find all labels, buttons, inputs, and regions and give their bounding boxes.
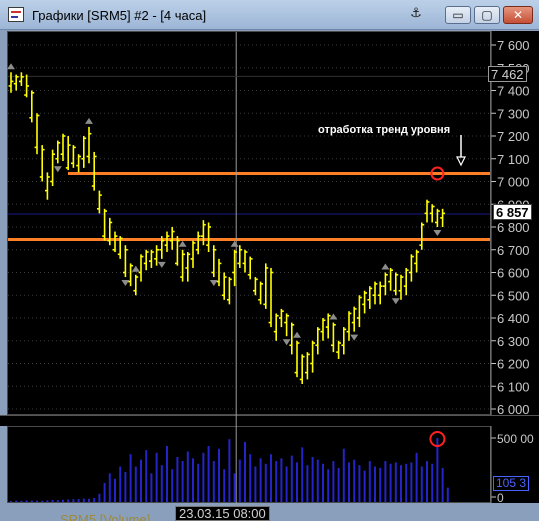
volume-tick-label: 0	[497, 491, 504, 505]
fractal-down-marker	[350, 334, 359, 341]
price-tick-label: 6 200	[497, 357, 530, 372]
price-tick-label: 6 400	[497, 311, 530, 326]
price-tick-label: 7 000	[497, 175, 530, 190]
price-tick-label: 6 700	[497, 243, 530, 258]
chart-window: Графики [SRM5] #2 - [4 часа] ⚓ ▭ ▢ ✕ 7 6…	[0, 0, 539, 521]
fractal-up-marker	[85, 117, 93, 124]
fractal-down-marker	[391, 298, 400, 305]
chart-canvas[interactable]: 7 6007 5007 4007 3007 2007 1007 0006 900…	[0, 0, 539, 521]
fractal-down-marker	[209, 280, 218, 287]
price-tick-label: 7 200	[497, 129, 530, 144]
price-tick-label: 6 500	[497, 288, 530, 303]
annotation-arrow-head	[456, 156, 466, 167]
volume-indicator-label[interactable]: SRM5 [Volume]	[60, 512, 150, 521]
last-price-label: 6 857	[493, 204, 532, 220]
volume-last-label: 105 3	[493, 476, 530, 491]
crosshair-time-label: 23.03.15 08:00	[175, 506, 270, 521]
fractal-up-marker	[381, 263, 390, 270]
fractal-up-marker	[293, 331, 301, 338]
fractal-up-marker	[329, 313, 338, 320]
price-tick-label: 6 000	[497, 402, 530, 417]
trend-annotation: отработка тренд уровня	[318, 124, 451, 136]
fractal-down-marker	[433, 230, 442, 236]
fractal-down-marker	[53, 166, 62, 173]
volume-tick-label: 500 00	[497, 432, 534, 446]
crosshair-price-label: 7 462	[488, 66, 527, 82]
fractal-up-marker	[178, 240, 187, 247]
fractal-up-marker	[7, 63, 15, 70]
price-tick-label: 6 300	[497, 334, 530, 349]
fractal-up-marker	[230, 240, 239, 247]
price-tick-label: 6 600	[497, 266, 530, 281]
price-tick-label: 6 800	[497, 220, 530, 235]
price-tick-label: 6 100	[497, 379, 530, 394]
price-tick-label: 7 400	[497, 84, 530, 99]
price-tick-label: 7 300	[497, 106, 530, 121]
fractal-up-marker	[131, 265, 140, 272]
fractal-down-marker	[121, 280, 130, 287]
price-tick-label: 7 600	[497, 38, 530, 53]
price-tick-label: 7 100	[497, 152, 530, 167]
fractal-down-marker	[282, 339, 291, 346]
fractal-down-marker	[157, 261, 166, 268]
